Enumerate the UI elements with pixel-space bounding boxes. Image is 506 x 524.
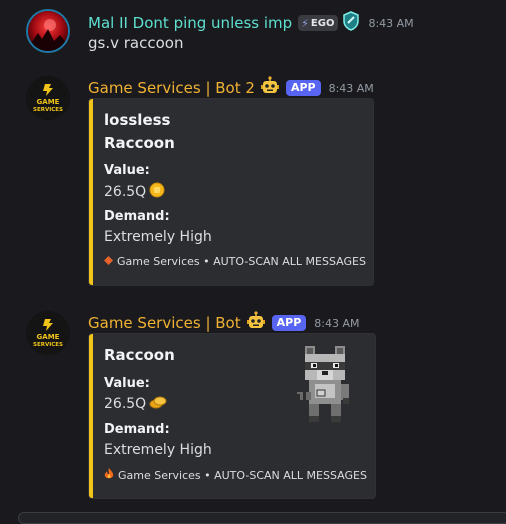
message-header: Game Services | Bot 2 APP 8:43 AM (88, 76, 374, 100)
embed-title: Raccoon (104, 346, 175, 364)
username[interactable]: Mal II Dont ping unless imp (88, 14, 292, 32)
logo-text-line1: GAME (37, 333, 60, 341)
embed-card: Raccoon Value: 26.5Q Demand: Extremely H… (88, 333, 376, 499)
raccoon-pet-image[interactable] (295, 342, 361, 428)
message-header: Mal II Dont ping unless imp ⚡ EGO 8:43 A… (88, 11, 414, 35)
message-bot: GAME SERVICES Game Services | Bot APP 8:… (0, 305, 506, 505)
embed-accent-bar (89, 99, 93, 285)
app-tag: APP (285, 80, 321, 96)
footer-text: Game Services • AUTO-SCAN ALL MESSAGES (117, 255, 366, 268)
demand-label: Demand: (104, 209, 170, 224)
embed-line-1: lossless (104, 111, 171, 129)
shield-badge-icon[interactable] (342, 11, 360, 35)
demand-value: Extremely High (104, 229, 212, 245)
message-header: Game Services | Bot APP 8:43 AM (88, 311, 359, 335)
robot-emoji-icon (260, 76, 280, 100)
message-bot-2: GAME SERVICES Game Services | Bot 2 APP … (0, 70, 506, 290)
value-row: 26.5Q (104, 182, 165, 202)
demand-label: Demand: (104, 422, 170, 437)
diamond-icon (104, 255, 113, 268)
value-text: 26.5Q (104, 184, 147, 200)
logo-text-line2: SERVICES (33, 342, 63, 348)
value-row: 26.5Q (104, 395, 167, 413)
timestamp[interactable]: 8:43 AM (368, 17, 413, 30)
footer-text: Game Services • AUTO-SCAN ALL MESSAGES (118, 469, 367, 482)
logo-text-line1: GAME (37, 98, 60, 106)
message-content: gs.v raccoon (88, 34, 184, 52)
message-user: Mal II Dont ping unless imp ⚡ EGO 8:43 A… (0, 0, 506, 60)
robot-emoji-icon (246, 311, 266, 335)
embed-accent-bar (89, 334, 93, 498)
timestamp[interactable]: 8:43 AM (329, 82, 374, 95)
ego-badge[interactable]: ⚡ EGO (298, 15, 339, 31)
coin-icon (149, 182, 165, 202)
ego-bolt-icon: ⚡ (301, 16, 309, 30)
fire-icon (104, 468, 114, 483)
username[interactable]: Game Services | Bot 2 (88, 79, 255, 97)
bot-avatar[interactable]: GAME SERVICES (26, 76, 70, 120)
username[interactable]: Game Services | Bot (88, 314, 241, 332)
embed-footer: Game Services • AUTO-SCAN ALL MESSAGES (104, 468, 367, 483)
user-avatar[interactable] (26, 9, 70, 53)
ego-badge-text: EGO (310, 17, 335, 29)
demand-value: Extremely High (104, 442, 212, 458)
timestamp[interactable]: 8:43 AM (314, 317, 359, 330)
app-tag: APP (271, 315, 307, 331)
embed-card: lossless Raccoon Value: 26.5Q Demand: Ex… (88, 98, 374, 286)
value-label: Value: (104, 163, 150, 178)
bot-avatar[interactable]: GAME SERVICES (26, 311, 70, 355)
value-text: 26.5Q (104, 396, 147, 412)
embed-footer: Game Services • AUTO-SCAN ALL MESSAGES (104, 255, 366, 268)
embed-title: Raccoon (104, 134, 175, 152)
coin-icon (149, 395, 167, 413)
message-input-edge[interactable] (18, 512, 506, 524)
logo-text-line2: SERVICES (33, 107, 63, 113)
value-label: Value: (104, 376, 150, 391)
